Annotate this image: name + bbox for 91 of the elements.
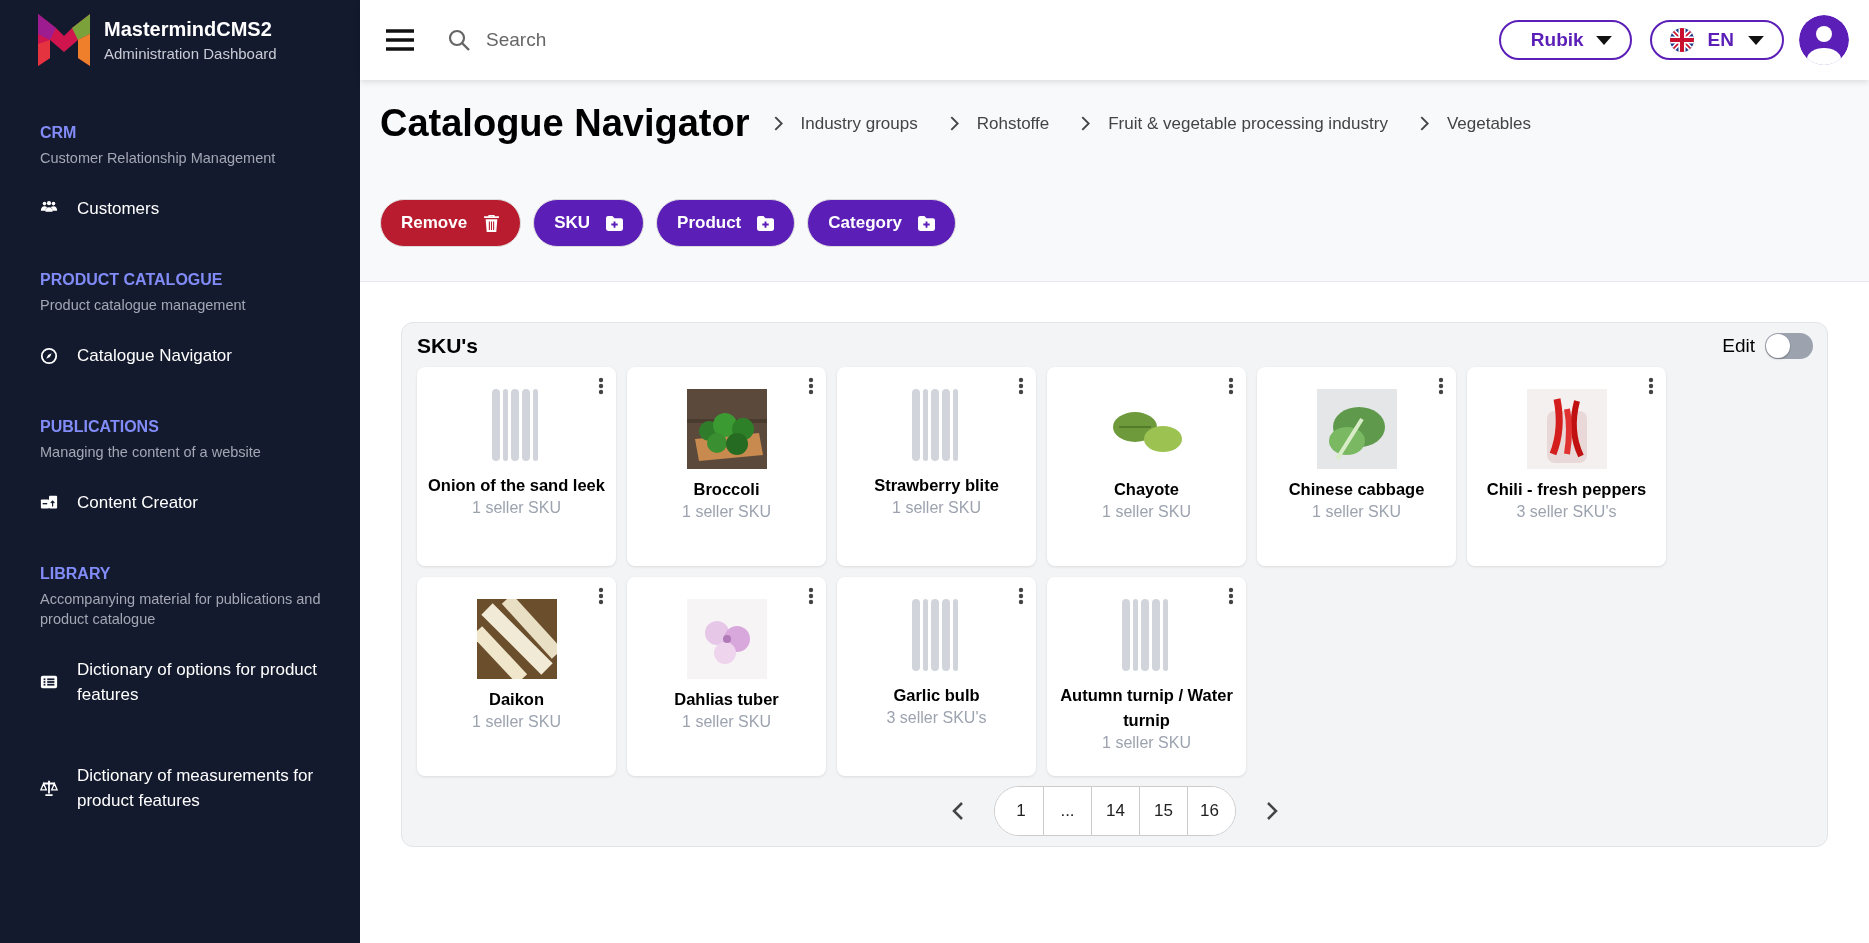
- sku-name: Onion of the sand leek: [428, 475, 605, 496]
- more-icon[interactable]: [1018, 377, 1024, 395]
- breadcrumb-link[interactable]: Industry groups: [800, 113, 918, 134]
- section-subtitle: Product catalogue management: [40, 296, 247, 315]
- sku-name: Autumn turnip / Water turnip: [1059, 685, 1234, 731]
- page-button[interactable]: 16: [1187, 787, 1235, 835]
- add-button[interactable]: Category: [807, 199, 956, 247]
- trash-icon: [483, 214, 501, 232]
- caret-icon: [1595, 35, 1612, 45]
- menu-item-icon: [40, 779, 58, 797]
- breadcrumb-link[interactable]: Vegetables: [1446, 113, 1532, 134]
- folder-plus-icon: [757, 214, 775, 232]
- folder-plus-icon: [917, 214, 935, 232]
- font-dropdown[interactable]: Rubik: [1498, 20, 1632, 60]
- more-icon[interactable]: [1018, 587, 1024, 605]
- sku-card[interactable]: Chayote 1 seller SKU: [1047, 367, 1246, 566]
- more-icon[interactable]: [598, 377, 604, 395]
- sku-card[interactable]: Chili - fresh peppers 3 seller SKU's: [1467, 367, 1666, 566]
- more-icon[interactable]: [598, 587, 604, 605]
- sku-card[interactable]: Autumn turnip / Water turnip 1 seller SKU: [1047, 577, 1246, 776]
- sku-card[interactable]: Broccoli 1 seller SKU: [627, 367, 826, 566]
- chevron-icon: [1081, 116, 1091, 131]
- sidebar-item[interactable]: Content Creator: [77, 490, 198, 515]
- section-title: CRM: [40, 124, 78, 142]
- menu-item-icon: [40, 346, 58, 365]
- sku-name: Daikon: [489, 689, 544, 710]
- more-icon[interactable]: [1438, 377, 1444, 395]
- more-icon[interactable]: [808, 587, 814, 605]
- menu-icon[interactable]: [386, 28, 414, 52]
- folder-plus-icon: [606, 214, 624, 232]
- sku-name: Strawberry blite: [874, 475, 999, 496]
- logo-icon: [38, 14, 90, 66]
- sku-card[interactable]: Onion of the sand leek 1 seller SKU: [417, 367, 616, 566]
- breadcrumb-link[interactable]: Fruit & vegetable processing industry: [1108, 113, 1388, 134]
- chevron-icon: [773, 116, 783, 131]
- seller-count: 1 seller SKU: [1312, 503, 1401, 521]
- sku-card[interactable]: Daikon 1 seller SKU: [417, 577, 616, 776]
- more-icon[interactable]: [1648, 377, 1654, 395]
- seller-count: 1 seller SKU: [472, 713, 561, 731]
- language-dropdown[interactable]: EN: [1649, 20, 1784, 60]
- add-button[interactable]: SKU: [533, 199, 645, 247]
- sku-card[interactable]: Dahlias tuber 1 seller SKU: [627, 577, 826, 776]
- sku-card[interactable]: Garlic bulb 3 seller SKU's: [837, 577, 1036, 776]
- section-subtitle: Accompanying material for publications and product catalogue: [40, 590, 322, 629]
- menu-item-icon: [40, 673, 58, 691]
- caret-icon: [1748, 35, 1764, 45]
- seller-count: 3 seller SKU's: [886, 709, 987, 727]
- panel-title: SKU's: [417, 334, 478, 358]
- sidebar-item[interactable]: Customers: [77, 196, 160, 221]
- sku-name: Chinese cabbage: [1288, 479, 1425, 500]
- seller-count: 1 seller SKU: [472, 499, 561, 517]
- section-subtitle: Customer Relationship Management: [40, 149, 277, 168]
- edit-toggle[interactable]: [1765, 333, 1813, 359]
- breadcrumb-link[interactable]: Rohstoffe: [976, 113, 1050, 134]
- avatar-icon[interactable]: [1799, 15, 1849, 65]
- sku-card[interactable]: Strawberry blite 1 seller SKU: [837, 367, 1036, 566]
- search-icon: [448, 29, 470, 51]
- section-title: LIBRARY: [40, 565, 112, 583]
- sidebar-item[interactable]: Dictionary of options for product features: [77, 657, 330, 707]
- flag-icon: [1669, 28, 1694, 52]
- section-title: PUBLICATIONS: [40, 418, 160, 436]
- seller-count: 3 seller SKU's: [1516, 503, 1617, 521]
- more-icon[interactable]: [1228, 587, 1234, 605]
- sku-card[interactable]: Chinese cabbage 1 seller SKU: [1257, 367, 1456, 566]
- sidebar-item[interactable]: Catalogue Navigator: [77, 343, 232, 368]
- brand-name: MastermindCMS2: [104, 18, 273, 41]
- sidebar-item[interactable]: Dictionary of measurements for product features: [77, 763, 330, 813]
- add-button[interactable]: Product: [656, 199, 796, 247]
- edit-label: Edit: [1722, 335, 1755, 357]
- previous-icon[interactable]: [952, 801, 964, 821]
- more-icon[interactable]: [808, 377, 814, 395]
- seller-count: 1 seller SKU: [1102, 734, 1191, 752]
- seller-count: 1 seller SKU: [892, 499, 981, 517]
- sku-name: Garlic bulb: [893, 685, 980, 706]
- remove-button[interactable]: Remove: [380, 199, 522, 247]
- more-icon[interactable]: [1228, 377, 1234, 395]
- sku-name: Chili - fresh peppers: [1486, 479, 1647, 500]
- sku-name: Chayote: [1113, 479, 1180, 500]
- next-icon[interactable]: [1266, 801, 1278, 821]
- section-title: PRODUCT CATALOGUE: [40, 271, 224, 289]
- page-title: Catalogue Navigator: [380, 102, 750, 145]
- brand-subtitle: Administration Dashboard: [104, 45, 277, 62]
- sku-name: Dahlias tuber: [674, 689, 779, 710]
- sku-name: Broccoli: [693, 479, 760, 500]
- search-field[interactable]: Search: [484, 28, 888, 52]
- chevron-icon: [1419, 116, 1429, 131]
- seller-count: 1 seller SKU: [1102, 503, 1191, 521]
- chevron-icon: [949, 116, 959, 131]
- seller-count: 1 seller SKU: [682, 713, 771, 731]
- section-subtitle: Managing the content of a website: [40, 443, 262, 462]
- seller-count: 1 seller SKU: [682, 503, 771, 521]
